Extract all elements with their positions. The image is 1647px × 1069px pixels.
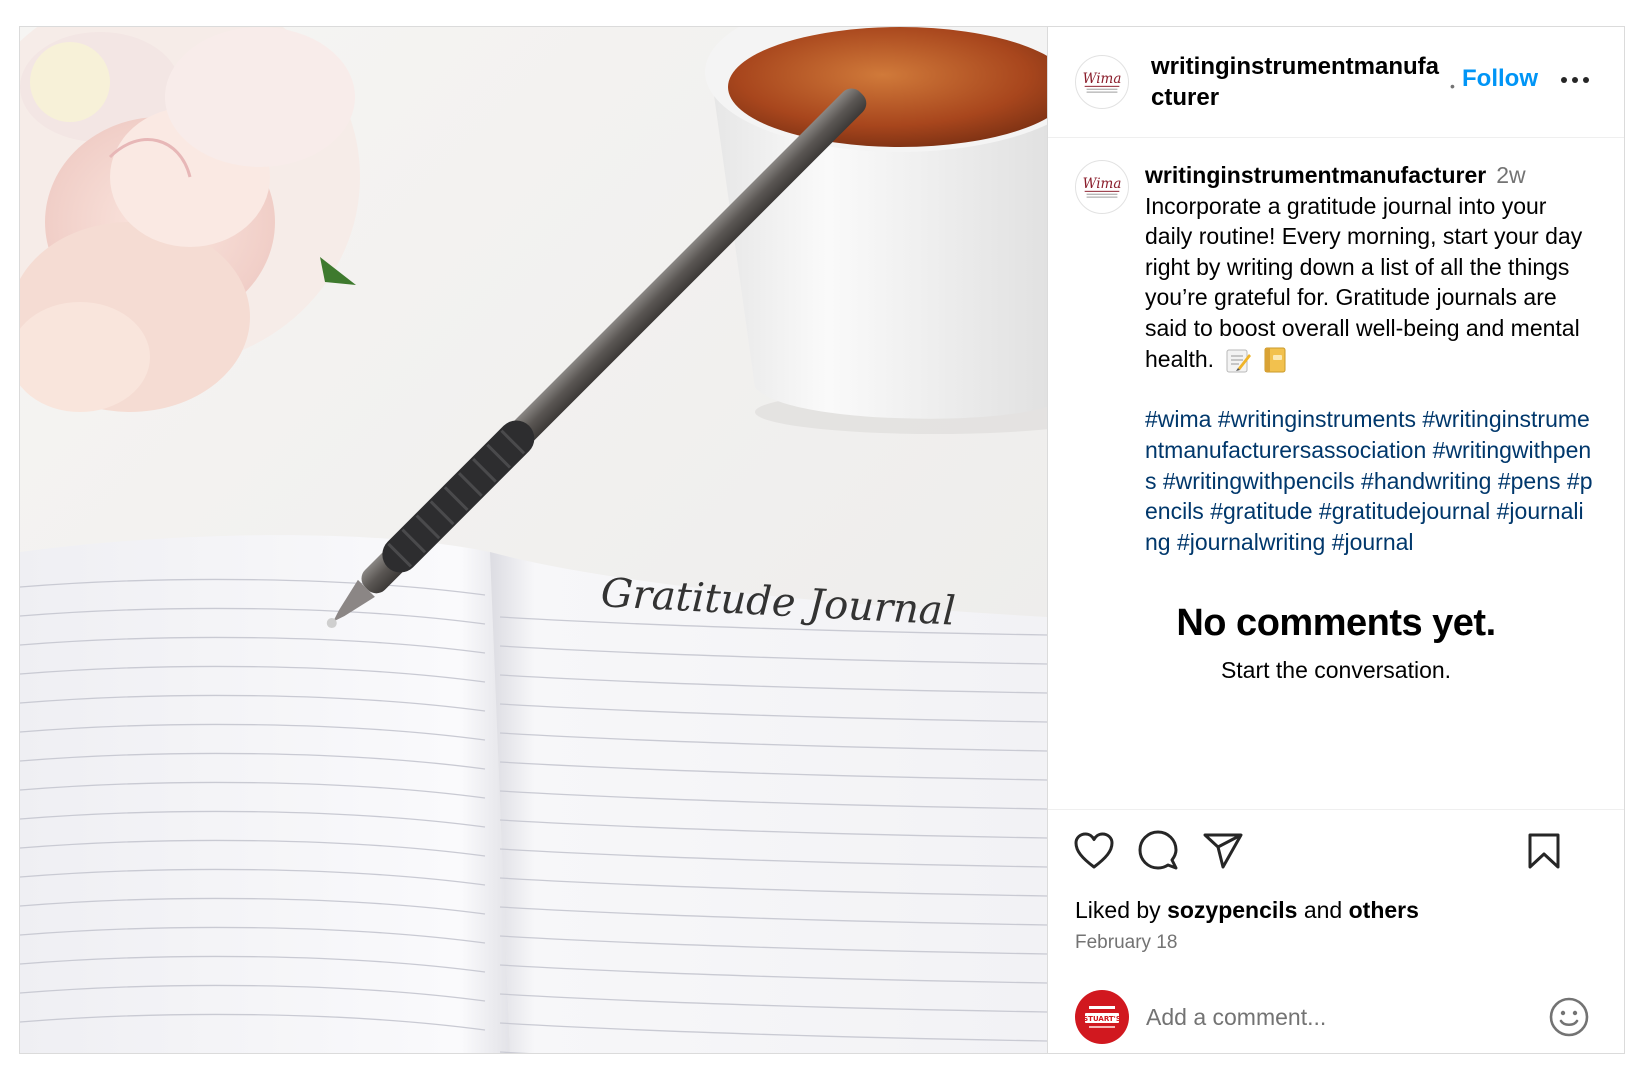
gratitude-journal-photo: Gratitude Journal <box>20 27 1047 1053</box>
separator-dot: • <box>1450 78 1455 94</box>
bookmark-icon[interactable] <box>1527 832 1561 870</box>
share-icon[interactable] <box>1203 832 1243 870</box>
wima-logo-icon: Wima <box>1083 71 1122 93</box>
current-user-avatar[interactable]: STUART'S <box>1075 990 1129 1044</box>
tea-cup <box>705 27 1047 434</box>
add-comment-row: STUART'S <box>1048 978 1624 1054</box>
heart-icon[interactable] <box>1074 832 1114 870</box>
hashtag-list: #wima #writinginstruments #writinginstru… <box>1145 404 1595 557</box>
caption-body: writinginstrumentmanufacturer 2w Incorpor… <box>1145 160 1595 557</box>
svg-text:Wima: Wima <box>1083 176 1122 192</box>
svg-text:STUART'S: STUART'S <box>1083 1015 1121 1023</box>
post-photo: Gratitude Journal <box>20 27 1047 1053</box>
wima-logo-icon: Wima <box>1083 176 1122 198</box>
caption-text: Incorporate a gratitude journal into you… <box>1145 191 1595 375</box>
post-side-panel: Wima writinginstrumentmanufacturer • Fol… <box>1047 27 1624 1053</box>
liked-others-link[interactable]: others <box>1349 897 1419 923</box>
comment-input[interactable] <box>1144 996 1508 1038</box>
stuart-logo-icon: STUART'S <box>1083 1006 1121 1028</box>
post-header: Wima writinginstrumentmanufacturer • Fol… <box>1048 27 1624 138</box>
hashtag-link[interactable]: #pens <box>1498 468 1561 494</box>
empty-comments: No comments yet. Start the conversation. <box>1048 602 1624 684</box>
comment-icon[interactable] <box>1138 830 1178 870</box>
emoji-icon[interactable] <box>1548 996 1590 1038</box>
memo-emoji-icon <box>1226 349 1252 373</box>
hashtag-link[interactable]: #writinginstruments <box>1218 406 1416 432</box>
empty-comments-title: No comments yet. <box>1176 602 1496 644</box>
post-date[interactable]: February 18 <box>1075 932 1177 954</box>
author-avatar[interactable]: Wima <box>1075 55 1129 109</box>
caption-avatar[interactable]: Wima <box>1075 160 1129 214</box>
hashtag-link[interactable]: #writingwithpencils <box>1163 468 1355 494</box>
hashtag-link[interactable]: #journal <box>1332 529 1414 555</box>
follow-button[interactable]: Follow <box>1462 65 1538 93</box>
empty-comments-subtitle: Start the conversation. <box>1220 657 1452 683</box>
liked-and: and <box>1303 897 1343 923</box>
caption-section: Wima writinginstrumentmanufacturer 2w Inc… <box>1048 137 1624 807</box>
hashtag-link[interactable]: #gratitude <box>1210 498 1312 524</box>
actions-section: Liked by sozypencils and others February… <box>1048 809 1624 1054</box>
hashtag-link[interactable]: #wima <box>1145 406 1211 432</box>
caption-text-content: Incorporate a gratitude journal into you… <box>1145 192 1583 372</box>
svg-text:Wima: Wima <box>1083 71 1122 87</box>
caption-time[interactable]: 2w <box>1496 162 1525 188</box>
liked-user-link[interactable]: sozypencils <box>1167 897 1297 923</box>
likes-summary: Liked by sozypencils and others <box>1075 897 1419 924</box>
liked-prefix: Liked by <box>1075 897 1161 923</box>
hashtag-link[interactable]: #journalwriting <box>1177 529 1325 555</box>
hashtag-link[interactable]: #gratitudejournal <box>1319 498 1490 524</box>
author-username[interactable]: writinginstrumentmanufacturer <box>1151 51 1443 113</box>
more-icon[interactable] <box>1558 65 1592 95</box>
hashtag-link[interactable]: #handwriting <box>1361 468 1491 494</box>
notebook: Gratitude Journal <box>20 535 1047 1053</box>
caption-username[interactable]: writinginstrumentmanufacturer <box>1145 162 1486 188</box>
notebook-emoji-icon <box>1264 347 1286 373</box>
post-dialog: Gratitude Journal Wima writinginstrument… <box>19 26 1625 1054</box>
